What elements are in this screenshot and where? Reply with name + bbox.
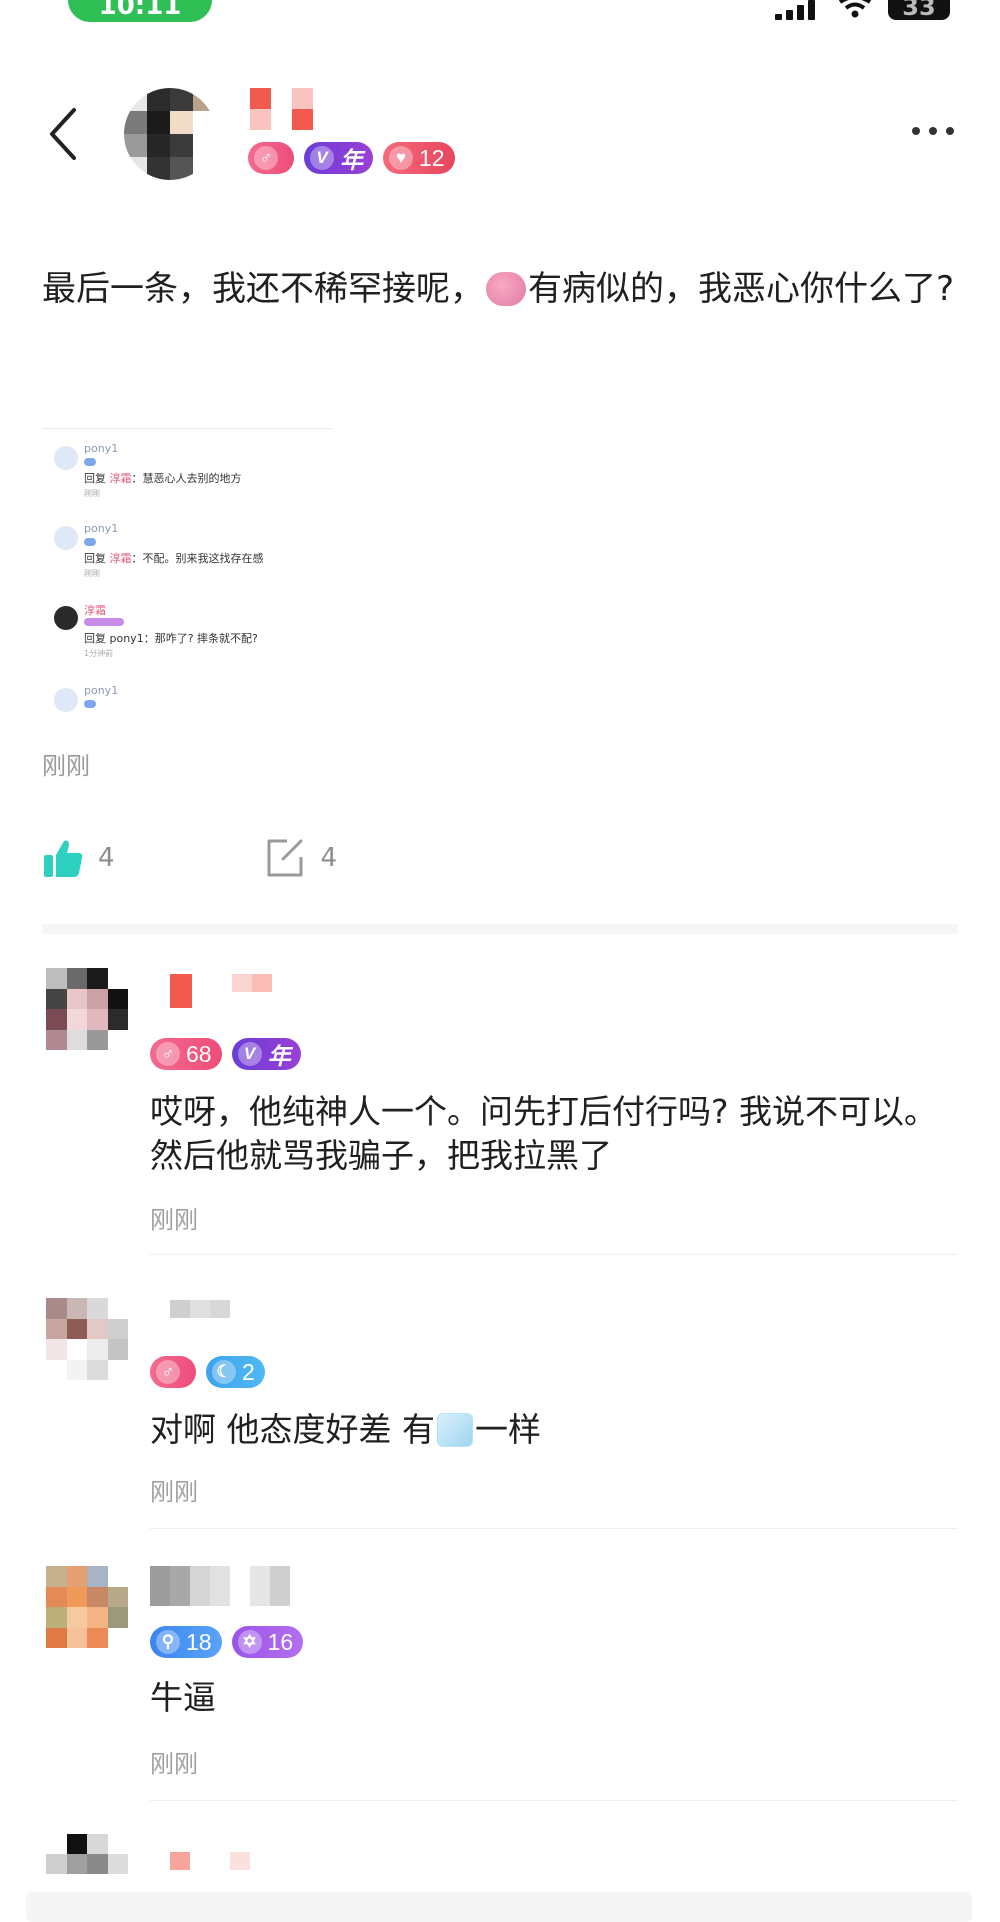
screenshot-badge	[84, 538, 96, 546]
gender-level-badge: ♂ 68	[150, 1038, 222, 1070]
screenshot-badge	[84, 458, 96, 466]
post-timestamp: 刚刚	[42, 752, 90, 780]
comment-time: 刚刚	[150, 1206, 198, 1234]
vip-badge: V年	[304, 142, 373, 174]
comment-time: 刚刚	[150, 1750, 198, 1778]
more-options-icon[interactable]	[910, 124, 956, 138]
comment-count: 4	[320, 843, 338, 873]
moon-icon: ☾	[212, 1360, 236, 1384]
screenshot-time: 刚刚	[84, 569, 100, 578]
moon-level-badge: ☾ 2	[206, 1356, 265, 1388]
commenter-avatar[interactable]	[46, 968, 128, 1050]
screenshot-avatar	[54, 688, 78, 712]
comment-time: 刚刚	[150, 1478, 198, 1506]
vip-badge: V年	[231, 1038, 301, 1070]
post-text-part1: 最后一条，我还不稀罕接呢，	[42, 269, 484, 309]
commenter-name-blurred	[150, 1300, 230, 1336]
edit-comment-icon	[267, 839, 303, 877]
bottom-comment-bar[interactable]	[26, 1892, 972, 1922]
section-divider	[42, 924, 958, 934]
male-icon: ♂	[254, 146, 278, 170]
star-of-david-icon: ✡	[237, 1630, 262, 1654]
post-image-screenshot[interactable]: pony1 回复 淳霜：慧恶心人去别的地方 刚刚 pony1 回复 淳霜：不配。…	[42, 402, 332, 712]
vip-icon: V	[237, 1042, 262, 1066]
post-actions: 4 4	[42, 836, 337, 880]
key-level-badge: ⚲ 18	[150, 1626, 222, 1658]
commenter-name-blurred	[150, 1566, 290, 1606]
screenshot-username: pony1	[84, 442, 119, 455]
screenshot-username: pony1	[84, 522, 119, 535]
like-count: 4	[98, 843, 115, 873]
author-badges: ♂ V年 ♥ 12	[248, 142, 455, 174]
screenshot-avatar	[54, 526, 78, 550]
brain-emoji-icon	[486, 272, 526, 306]
wifi-icon	[838, 0, 872, 18]
post-text: 最后一条，我还不稀罕接呢， 有病似的，我恶心你什么了?	[42, 266, 962, 312]
gender-badge: ♂	[150, 1356, 196, 1388]
screenshot-divider	[42, 428, 332, 429]
commenter-badges: ♂ ☾ 2	[150, 1356, 265, 1388]
screenshot-reply: 回复 淳霜：慧恶心人去别的地方	[84, 472, 242, 485]
male-icon: ♂	[156, 1360, 180, 1384]
screenshot-avatar	[54, 446, 78, 470]
heart-icon: ♥	[389, 146, 413, 170]
screenshot-row: 淳霜 回复 pony1：那咋了? 摔条就不配? 1分钟前	[42, 602, 332, 678]
commenter-badges: ♂ 68 V年	[150, 1038, 301, 1070]
vip-icon: V	[310, 146, 334, 170]
comment-divider	[150, 1800, 958, 1801]
status-time: 10:11	[68, 0, 212, 22]
commenter-avatar[interactable]	[46, 1834, 128, 1874]
screenshot-badge	[84, 618, 124, 626]
thumbs-up-icon	[44, 840, 83, 877]
key-icon: ⚲	[156, 1630, 180, 1654]
screenshot-reply: 回复 pony1：那咋了? 摔条就不配?	[84, 632, 258, 645]
commenter-avatar[interactable]	[46, 1298, 128, 1380]
screenshot-badge	[84, 700, 96, 708]
ice-cube-emoji-icon	[436, 1413, 473, 1447]
screenshot-avatar	[54, 606, 78, 630]
status-bar: 10:11 33	[0, 0, 1000, 40]
author-name-blurred	[250, 88, 313, 130]
male-icon: ♂	[156, 1042, 180, 1066]
comment-divider	[150, 1528, 958, 1529]
screenshot-row: pony1	[42, 684, 332, 712]
commenter-badges: ⚲ 18 ✡ 16	[150, 1626, 304, 1658]
screenshot-time: 刚刚	[84, 489, 100, 498]
screenshot-row: pony1 回复 淳霜：不配。别来我这找存在感 刚刚	[42, 522, 332, 598]
screenshot-username: pony1	[84, 684, 119, 697]
commenter-name-blurred	[150, 1852, 250, 1888]
comment-text: 对啊 他态度好差 有一样	[150, 1410, 541, 1449]
heart-level-badge: ♥ 12	[383, 142, 455, 174]
gender-badge: ♂	[248, 142, 294, 174]
screenshot-time: 1分钟前	[84, 649, 114, 658]
back-arrow-icon[interactable]	[44, 104, 84, 164]
like-button[interactable]: 4	[42, 837, 115, 879]
star-level-badge: ✡ 16	[231, 1626, 304, 1658]
commenter-name-blurred	[150, 974, 272, 1010]
screenshot-reply: 回复 淳霜：不配。别来我这找存在感	[84, 552, 264, 565]
author-avatar[interactable]	[124, 88, 216, 180]
comment-divider	[150, 1254, 958, 1255]
comment-text: 牛逼	[150, 1678, 216, 1717]
signal-icon	[775, 0, 815, 20]
comment-button[interactable]: 4	[265, 837, 338, 879]
comment-text: 哎呀，他纯神人一个。问先打后付行吗? 我说不可以。然后他就骂我骗子，把我拉黑了	[150, 1092, 938, 1175]
commenter-avatar[interactable]	[46, 1566, 128, 1648]
screenshot-username: 淳霜	[84, 604, 106, 617]
screenshot-row: pony1 回复 淳霜：慧恶心人去别的地方 刚刚	[42, 442, 332, 518]
battery-icon: 33	[888, 0, 950, 21]
post-text-part2: 有病似的，我恶心你什么了?	[528, 269, 955, 309]
